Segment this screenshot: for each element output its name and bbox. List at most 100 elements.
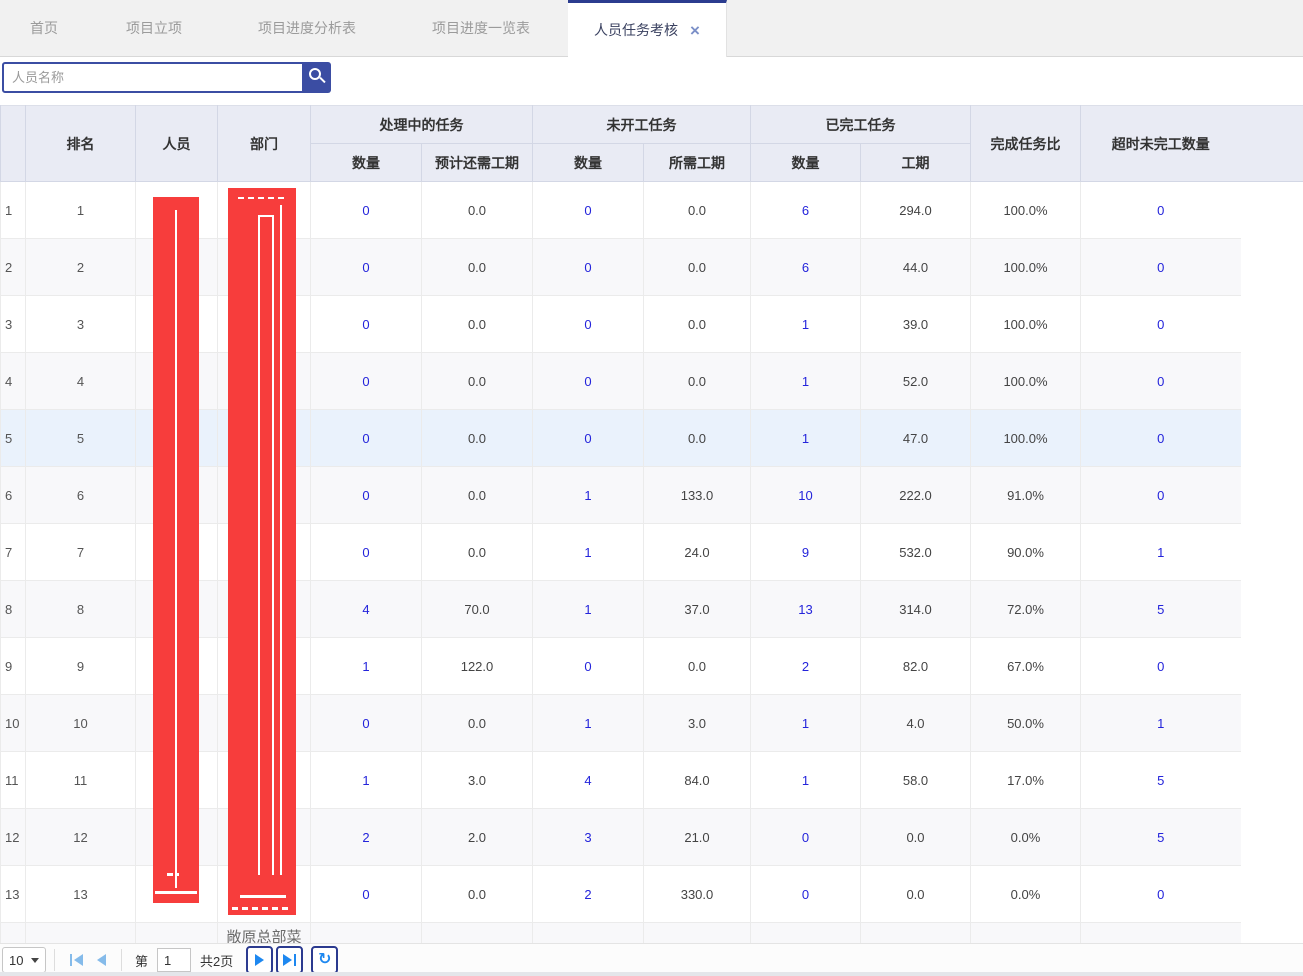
first-page-button[interactable]	[70, 954, 83, 966]
in-progress-count-cell[interactable]: 0	[311, 695, 422, 752]
unstarted-duration-cell: 24.0	[644, 524, 751, 581]
completed-count-cell[interactable]: 9	[751, 524, 861, 581]
in-progress-duration-cell: 0.0	[422, 296, 533, 353]
in-progress-count-cell[interactable]: 0	[311, 296, 422, 353]
last-page-button[interactable]	[276, 946, 303, 974]
completed-count-cell[interactable]: 1	[751, 353, 861, 410]
search-button[interactable]	[303, 62, 331, 93]
overdue-count-cell[interactable]: 0	[1081, 467, 1241, 524]
completed-duration-cell: 0.0	[861, 809, 971, 866]
table-row-partial[interactable]: 敞原总部菜	[1, 923, 1303, 944]
completed-count-cell[interactable]: 0	[751, 809, 861, 866]
colgroup-in-progress-tasks: 处理中的任务	[311, 106, 533, 144]
in-progress-count-cell[interactable]: 0	[311, 410, 422, 467]
completed-count-cell[interactable]: 2	[751, 638, 861, 695]
col-estimated-remaining-duration: 预计还需工期	[422, 144, 533, 182]
in-progress-count-cell[interactable]: 0	[311, 239, 422, 296]
rank-cell: 2	[26, 239, 136, 296]
unstarted-count-cell[interactable]: 0	[533, 638, 644, 695]
rank-cell: 7	[26, 524, 136, 581]
overdue-count-cell[interactable]: 0	[1081, 239, 1241, 296]
tab-home[interactable]: 首页	[0, 0, 88, 56]
unstarted-count-cell[interactable]: 0	[533, 239, 644, 296]
in-progress-duration-cell: 0.0	[422, 410, 533, 467]
page-size-select[interactable]: 10	[2, 947, 46, 973]
unstarted-count-cell[interactable]: 0	[533, 182, 644, 239]
overdue-count-cell[interactable]: 0	[1081, 866, 1241, 923]
completed-duration-cell: 82.0	[861, 638, 971, 695]
unstarted-count-cell[interactable]: 4	[533, 752, 644, 809]
row-filler	[1241, 296, 1303, 353]
in-progress-count-cell[interactable]: 0	[311, 182, 422, 239]
unstarted-count-cell[interactable]: 3	[533, 809, 644, 866]
unstarted-duration-cell	[644, 923, 751, 944]
unstarted-duration-cell: 0.0	[644, 353, 751, 410]
unstarted-count-cell[interactable]: 2	[533, 866, 644, 923]
rank-cell: 13	[26, 866, 136, 923]
unstarted-count-cell[interactable]: 1	[533, 467, 644, 524]
unstarted-duration-cell: 3.0	[644, 695, 751, 752]
close-icon[interactable]: ×	[690, 22, 700, 39]
overdue-count-cell[interactable]: 0	[1081, 353, 1241, 410]
overdue-count-cell[interactable]: 0	[1081, 296, 1241, 353]
in-progress-count-cell[interactable]: 0	[311, 353, 422, 410]
search-input[interactable]	[2, 62, 304, 93]
completion-ratio-cell: 100.0%	[971, 182, 1081, 239]
tab-progress-analysis[interactable]: 项目进度分析表	[220, 0, 394, 56]
redaction-artifact	[258, 215, 274, 875]
completed-count-cell[interactable]: 13	[751, 581, 861, 638]
overdue-count-cell[interactable]: 1	[1081, 524, 1241, 581]
in-progress-count-cell[interactable]: 0	[311, 467, 422, 524]
completed-count-cell[interactable]: 0	[751, 866, 861, 923]
overdue-count-cell[interactable]: 5	[1081, 752, 1241, 809]
completed-count-cell[interactable]: 1	[751, 695, 861, 752]
completion-ratio-cell: 67.0%	[971, 638, 1081, 695]
completion-ratio-cell	[971, 923, 1081, 944]
unstarted-count-cell[interactable]: 1	[533, 524, 644, 581]
completed-duration-cell: 294.0	[861, 182, 971, 239]
in-progress-count-cell[interactable]: 0	[311, 524, 422, 581]
refresh-button[interactable]: ↻	[311, 946, 338, 974]
rank-cell	[26, 923, 136, 944]
row-index-cell: 3	[1, 296, 26, 353]
unstarted-count-cell[interactable]: 1	[533, 695, 644, 752]
overdue-count-cell[interactable]: 5	[1081, 581, 1241, 638]
completed-count-cell[interactable]: 1	[751, 410, 861, 467]
completed-count-cell[interactable]: 10	[751, 467, 861, 524]
in-progress-count-cell[interactable]: 1	[311, 638, 422, 695]
completed-count-cell[interactable]: 6	[751, 239, 861, 296]
redaction-department-column	[228, 188, 296, 915]
overdue-count-cell[interactable]: 5	[1081, 809, 1241, 866]
col-unstarted-count: 数量	[533, 144, 644, 182]
tab-project-initiation[interactable]: 项目立项	[88, 0, 220, 56]
col-required-duration: 所需工期	[644, 144, 751, 182]
overdue-count-cell[interactable]: 0	[1081, 638, 1241, 695]
colgroup-unstarted-tasks: 未开工任务	[533, 106, 751, 144]
tab-personnel-task-assessment[interactable]: 人员任务考核 ×	[568, 0, 727, 57]
completed-count-cell[interactable]: 6	[751, 182, 861, 239]
row-index-cell: 13	[1, 866, 26, 923]
row-filler	[1241, 353, 1303, 410]
completion-ratio-cell: 0.0%	[971, 809, 1081, 866]
in-progress-count-cell[interactable]: 2	[311, 809, 422, 866]
redaction-artifact	[238, 197, 288, 199]
unstarted-count-cell[interactable]: 1	[533, 581, 644, 638]
col-person: 人员	[136, 106, 218, 182]
next-page-button[interactable]	[246, 946, 273, 974]
in-progress-count-cell[interactable]: 1	[311, 752, 422, 809]
completed-count-cell[interactable]: 1	[751, 752, 861, 809]
completed-count-cell[interactable]: 1	[751, 296, 861, 353]
unstarted-duration-cell: 21.0	[644, 809, 751, 866]
in-progress-count-cell[interactable]: 0	[311, 866, 422, 923]
page-number-input[interactable]	[157, 948, 191, 972]
search-icon-handle	[319, 77, 325, 83]
unstarted-count-cell[interactable]: 0	[533, 353, 644, 410]
overdue-count-cell[interactable]: 0	[1081, 182, 1241, 239]
tab-progress-overview[interactable]: 项目进度一览表	[394, 0, 568, 56]
unstarted-count-cell[interactable]: 0	[533, 296, 644, 353]
overdue-count-cell[interactable]: 0	[1081, 410, 1241, 467]
in-progress-count-cell[interactable]: 4	[311, 581, 422, 638]
prev-page-button[interactable]	[97, 954, 106, 966]
unstarted-count-cell[interactable]: 0	[533, 410, 644, 467]
overdue-count-cell[interactable]: 1	[1081, 695, 1241, 752]
